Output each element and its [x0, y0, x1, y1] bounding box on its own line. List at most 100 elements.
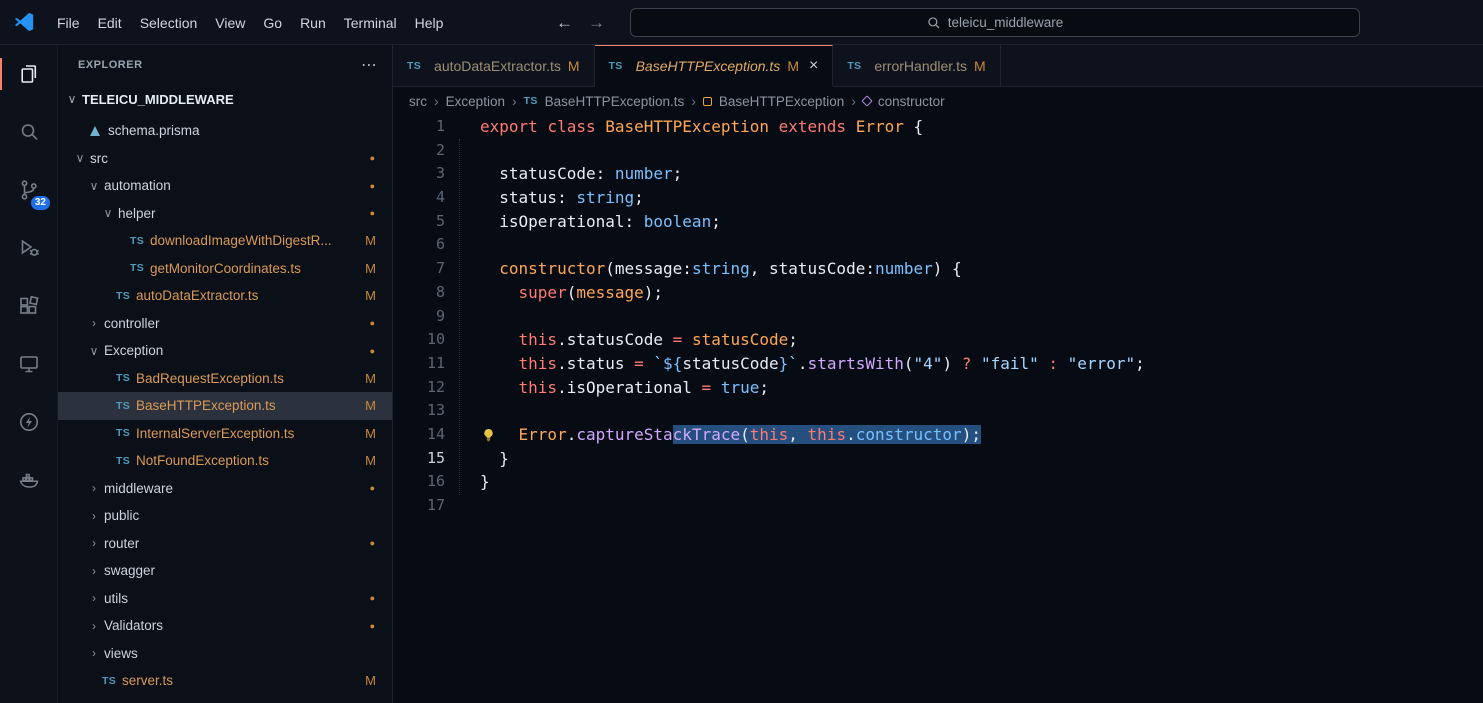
- code-text[interactable]: super(message);: [480, 281, 663, 305]
- back-icon[interactable]: ←: [556, 13, 573, 33]
- code-line[interactable]: 15 }: [393, 447, 1483, 471]
- forward-icon[interactable]: →: [588, 13, 605, 33]
- close-tab-icon[interactable]: ×: [809, 57, 818, 75]
- line-number[interactable]: 8: [393, 281, 445, 305]
- tree-item-helper[interactable]: ∨helper●: [58, 200, 392, 228]
- code-line[interactable]: 17: [393, 494, 1483, 518]
- tree-item-badrequestexception-ts[interactable]: TSBadRequestException.tsM: [58, 365, 392, 393]
- menu-edit[interactable]: Edit: [89, 0, 131, 45]
- tree-root-folder[interactable]: ∨ TELEICU_MIDDLEWARE: [58, 85, 392, 113]
- tree-item-autodataextractor-ts[interactable]: TSautoDataExtractor.tsM: [58, 282, 392, 310]
- line-number[interactable]: 14: [393, 423, 445, 447]
- activity-extensions-button[interactable]: [0, 277, 57, 335]
- tree-item-getmonitorcoordinates-ts[interactable]: TSgetMonitorCoordinates.tsM: [58, 255, 392, 283]
- line-number[interactable]: 12: [393, 376, 445, 400]
- tree-item-server-ts[interactable]: TSserver.tsM: [58, 667, 392, 695]
- code-line[interactable]: 12 this.isOperational = true;: [393, 376, 1483, 400]
- tab-errorhandler-ts[interactable]: TSerrorHandler.tsM: [833, 45, 1000, 87]
- line-number[interactable]: 15: [393, 447, 445, 471]
- line-number[interactable]: 5: [393, 210, 445, 234]
- tab-label: autoDataExtractor.ts: [434, 58, 561, 74]
- line-number[interactable]: 13: [393, 399, 445, 423]
- activity-source-control-button[interactable]: 32: [0, 161, 57, 219]
- tree-item-notfoundexception-ts[interactable]: TSNotFoundException.tsM: [58, 447, 392, 475]
- code-text[interactable]: this.statusCode = statusCode;: [480, 328, 798, 352]
- menu-file[interactable]: File: [48, 0, 89, 45]
- lightbulb-icon[interactable]: [481, 426, 497, 442]
- activity-thunder-client-button[interactable]: [0, 393, 57, 451]
- line-number[interactable]: 2: [393, 139, 445, 163]
- menu-help[interactable]: Help: [406, 0, 453, 45]
- more-actions-icon[interactable]: ⋯: [361, 55, 378, 75]
- code-line[interactable]: 7 constructor(message:string, statusCode…: [393, 257, 1483, 281]
- line-number[interactable]: 9: [393, 305, 445, 329]
- code-line[interactable]: 9: [393, 305, 1483, 329]
- breadcrumb-item[interactable]: src: [409, 94, 427, 109]
- code-text[interactable]: status: string;: [480, 186, 644, 210]
- tree-item-router[interactable]: ›router●: [58, 530, 392, 558]
- code-line[interactable]: 16}: [393, 470, 1483, 494]
- code-text[interactable]: }: [480, 470, 490, 494]
- menu-view[interactable]: View: [206, 0, 254, 45]
- breadcrumb-item[interactable]: BaseHTTPException: [719, 94, 844, 109]
- tree-item-public[interactable]: ›public: [58, 502, 392, 530]
- code-text[interactable]: this.isOperational = true;: [480, 376, 769, 400]
- tree-item-views[interactable]: ›views: [58, 640, 392, 668]
- tab-autodataextractor-ts[interactable]: TSautoDataExtractor.tsM: [393, 45, 595, 87]
- breadcrumb-item[interactable]: BaseHTTPException.ts: [545, 94, 685, 109]
- code-line[interactable]: 1 export class BaseHTTPException extends …: [393, 115, 1483, 139]
- tab-basehttpexception-ts[interactable]: TSBaseHTTPException.tsM×: [595, 45, 834, 87]
- command-center-search[interactable]: teleicu_middleware: [630, 8, 1360, 37]
- tree-item-src[interactable]: ∨src●: [58, 145, 392, 173]
- menu-selection[interactable]: Selection: [131, 0, 207, 45]
- line-number[interactable]: 6: [393, 233, 445, 257]
- activity-search-button[interactable]: [0, 103, 57, 161]
- tree-item-middleware[interactable]: ›middleware●: [58, 475, 392, 503]
- line-number[interactable]: 1: [393, 115, 445, 139]
- line-number[interactable]: 11: [393, 352, 445, 376]
- activity-explorer-button[interactable]: [0, 45, 57, 103]
- tree-item-downloadimagewithdigestr[interactable]: TSdownloadImageWithDigestR...M: [58, 227, 392, 255]
- line-number[interactable]: 7: [393, 257, 445, 281]
- code-line[interactable]: 8 super(message);: [393, 281, 1483, 305]
- code-text[interactable]: }: [480, 447, 509, 471]
- line-number[interactable]: 17: [393, 494, 445, 518]
- code-line[interactable]: 14 Error.captureStackTrace(this, this.co…: [393, 423, 1483, 447]
- tree-item-exception[interactable]: ∨Exception●: [58, 337, 392, 365]
- line-number[interactable]: 10: [393, 328, 445, 352]
- line-number[interactable]: 4: [393, 186, 445, 210]
- tree-item-utils[interactable]: ›utils●: [58, 585, 392, 613]
- code-line[interactable]: 10 this.statusCode = statusCode;: [393, 328, 1483, 352]
- code-line[interactable]: 3 statusCode: number;: [393, 162, 1483, 186]
- line-number[interactable]: 16: [393, 470, 445, 494]
- code-line[interactable]: 13: [393, 399, 1483, 423]
- code-text[interactable]: this.status = `${statusCode}`.startsWith…: [480, 352, 1145, 376]
- menu-terminal[interactable]: Terminal: [335, 0, 406, 45]
- activity-remote-explorer-button[interactable]: [0, 335, 57, 393]
- code-text[interactable]: export class BaseHTTPException extends E…: [480, 115, 923, 139]
- menu-go[interactable]: Go: [254, 0, 291, 45]
- code-text[interactable]: isOperational: boolean;: [480, 210, 721, 234]
- code-line[interactable]: 2: [393, 139, 1483, 163]
- tree-item-internalserverexception-ts[interactable]: TSInternalServerException.tsM: [58, 420, 392, 448]
- code-line[interactable]: 6: [393, 233, 1483, 257]
- tree-item-controller[interactable]: ›controller●: [58, 310, 392, 338]
- code-line[interactable]: 5 isOperational: boolean;: [393, 210, 1483, 234]
- code-editor[interactable]: 1 export class BaseHTTPException extends …: [393, 115, 1483, 703]
- tree-item-basehttpexception-ts[interactable]: TSBaseHTTPException.tsM: [58, 392, 392, 420]
- tree-item-automation[interactable]: ∨automation●: [58, 172, 392, 200]
- tree-item-swagger[interactable]: ›swagger: [58, 557, 392, 585]
- breadcrumb-item[interactable]: constructor: [878, 94, 945, 109]
- tree-item-schema-prisma[interactable]: schema.prisma: [58, 117, 392, 145]
- activity-run-debug-button[interactable]: [0, 219, 57, 277]
- activity-docker-button[interactable]: [0, 451, 57, 509]
- tree-item-validators[interactable]: ›Validators●: [58, 612, 392, 640]
- breadcrumb-item[interactable]: Exception: [446, 94, 505, 109]
- menu-run[interactable]: Run: [291, 0, 335, 45]
- line-number[interactable]: 3: [393, 162, 445, 186]
- code-line[interactable]: 4 status: string;: [393, 186, 1483, 210]
- code-line[interactable]: 11 this.status = `${statusCode}`.startsW…: [393, 352, 1483, 376]
- code-text[interactable]: Error.captureStackTrace(this, this.const…: [480, 423, 981, 447]
- code-text[interactable]: statusCode: number;: [480, 162, 682, 186]
- code-text[interactable]: constructor(message:string, statusCode:n…: [480, 257, 962, 281]
